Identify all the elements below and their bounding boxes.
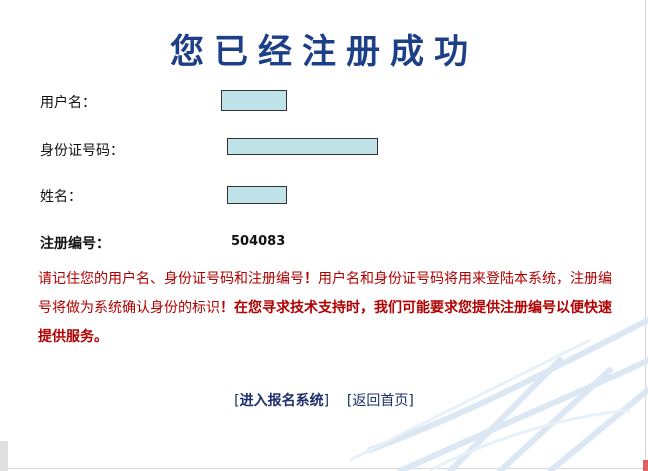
regno-label: 注册编号： — [40, 236, 110, 252]
notice-part1: 请记住您的用户名、身份证号码和注册编号 — [38, 271, 304, 287]
enter-system-link[interactable]: [进入报名系统] — [234, 393, 329, 409]
enter-system-label: 进入报名系统 — [239, 393, 324, 409]
nav-links: [进入报名系统] [返回首页] — [0, 390, 648, 410]
regno-value: 504083 — [231, 234, 286, 249]
page-title: 您已经注册成功 — [170, 32, 478, 72]
return-home-link[interactable]: [返回首页] — [347, 393, 414, 409]
username-label: 用户名： — [40, 95, 96, 111]
left-edge-strip — [0, 441, 8, 471]
corner-mark — [643, 460, 648, 471]
name-masked-value — [227, 186, 287, 204]
return-home-label: 返回首页 — [352, 393, 409, 409]
idcard-masked-value — [227, 138, 378, 155]
notice-bang2: ！ — [220, 300, 234, 316]
bracket-close: ] — [408, 393, 414, 409]
idcard-label: 身份证号码： — [40, 143, 124, 159]
name-label: 姓名： — [40, 189, 82, 205]
notice-bang1: ！ — [304, 271, 318, 287]
bracket-close: ] — [323, 393, 330, 409]
username-masked-value — [221, 90, 287, 111]
notice-text: 请记住您的用户名、身份证号码和注册编号！用户名和身份证号码将用来登陆本系统，注册… — [38, 265, 613, 352]
